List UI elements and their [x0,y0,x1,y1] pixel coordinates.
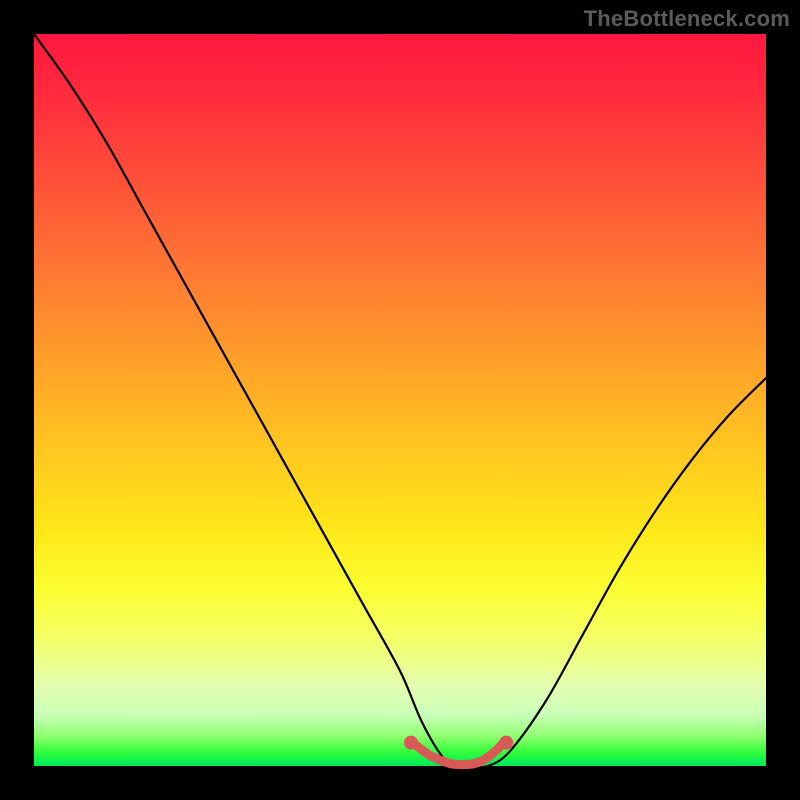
plot-area [34,34,766,766]
highlight-dot-left [404,736,418,750]
chart-svg [34,34,766,766]
highlight-dot-right [499,736,513,750]
bottom-highlight [415,744,503,765]
chart-frame: TheBottleneck.com [0,0,800,800]
bottleneck-curve [34,34,766,767]
watermark-text: TheBottleneck.com [584,6,790,32]
